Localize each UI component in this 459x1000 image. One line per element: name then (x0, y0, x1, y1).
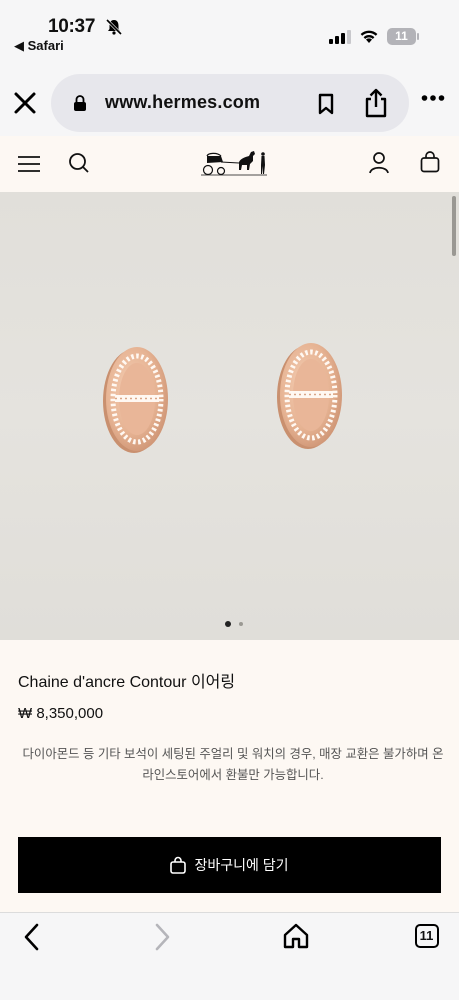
battery-indicator: 11 (387, 28, 419, 45)
carriage-logo[interactable] (199, 146, 269, 178)
battery-level: 11 (395, 29, 408, 43)
status-bar: 10:37 ◀ Safari 11 (0, 0, 459, 58)
status-time: 10:37 (48, 16, 96, 37)
tabs-button[interactable]: 11 (415, 924, 439, 948)
product-price: ₩ 8,350,000 (18, 705, 104, 722)
home-icon[interactable] (283, 923, 309, 949)
carousel-pagination[interactable] (225, 621, 249, 627)
product-info: Chaine d'ancre Contour 이어링 ₩ 8,350,000 다… (0, 640, 459, 912)
url-field[interactable]: www.hermes.com (51, 74, 409, 132)
carousel-dot[interactable] (239, 622, 243, 626)
product-image-earring-right (277, 343, 342, 449)
back-to-safari-link[interactable]: ◀ Safari (14, 38, 64, 54)
back-arrow-icon[interactable] (22, 923, 42, 951)
product-title: Chaine d'ancre Contour 이어링 (18, 674, 236, 691)
forward-arrow-icon[interactable] (152, 923, 172, 951)
lock-icon (74, 95, 86, 111)
close-icon[interactable] (12, 90, 38, 116)
page-scrollbar[interactable] (452, 196, 456, 256)
product-image-carousel[interactable] (0, 192, 459, 640)
shopping-bag-icon (170, 856, 187, 874)
shopping-bag-icon[interactable] (420, 151, 440, 173)
site-header (0, 136, 459, 192)
browser-address-bar: www.hermes.com (0, 58, 459, 136)
add-to-cart-label: 장바구니에 담기 (194, 857, 289, 873)
bell-muted-icon (105, 18, 123, 36)
url-text: www.hermes.com (105, 92, 261, 112)
share-icon[interactable] (364, 88, 388, 118)
add-to-cart-button[interactable]: 장바구니에 담기 (18, 837, 441, 893)
bookmark-icon[interactable] (317, 93, 335, 115)
search-icon[interactable] (68, 152, 90, 174)
wifi-icon (360, 30, 378, 43)
carousel-dot[interactable] (225, 621, 231, 627)
more-options-icon[interactable] (421, 94, 445, 102)
account-icon[interactable] (369, 152, 389, 174)
browser-toolbar: 11 (0, 912, 459, 1000)
return-policy-notice: 다이아몬드 등 기타 보석이 세팅된 주얼리 및 워치의 경우, 매장 교환은 … (22, 747, 444, 782)
cellular-signal-icon (329, 30, 351, 44)
menu-icon[interactable] (18, 155, 40, 173)
product-image-earring-left (103, 347, 168, 453)
tab-count: 11 (419, 928, 434, 943)
